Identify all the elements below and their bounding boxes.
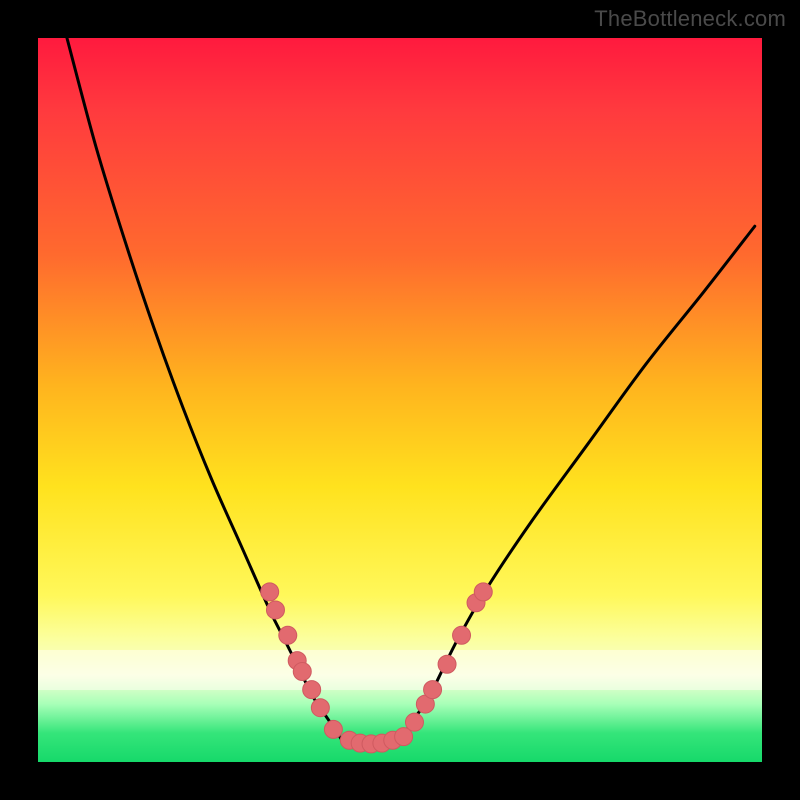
data-marker — [311, 699, 329, 717]
plot-area — [38, 38, 762, 762]
chart-svg — [38, 38, 762, 762]
outer-frame: TheBottleneck.com — [0, 0, 800, 800]
data-marker — [453, 626, 471, 644]
data-marker — [474, 583, 492, 601]
data-marker — [261, 583, 279, 601]
data-marker — [279, 626, 297, 644]
data-marker — [405, 713, 423, 731]
data-marker — [303, 681, 321, 699]
data-marker — [293, 663, 311, 681]
data-marker — [324, 720, 342, 738]
data-marker — [266, 601, 284, 619]
left-curve — [67, 38, 342, 740]
data-marker — [438, 655, 456, 673]
marker-group — [261, 583, 493, 753]
watermark-text: TheBottleneck.com — [594, 6, 786, 32]
data-marker — [424, 681, 442, 699]
